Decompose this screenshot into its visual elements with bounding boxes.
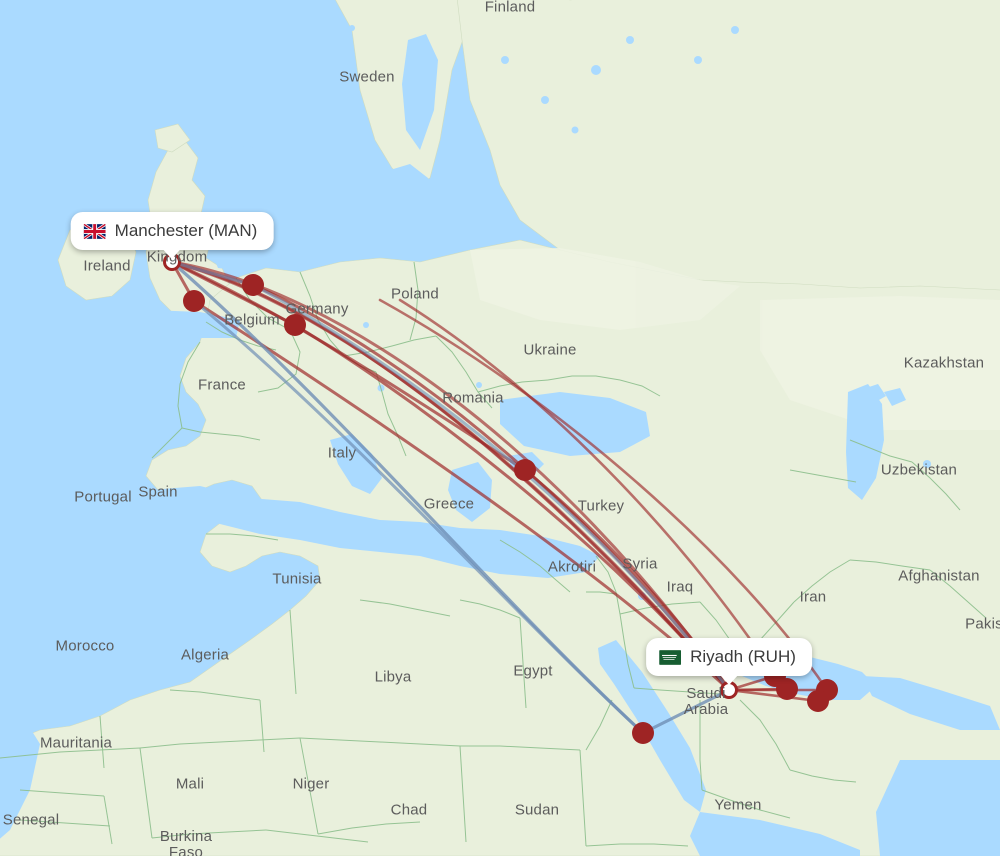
london-waypoint[interactable] [183, 290, 205, 312]
lake-small-14 [357, 147, 363, 153]
flight-route-map[interactable]: FinlandSwedenIrelandKingdomPolandBelgium… [0, 0, 1000, 856]
airport-tooltip-destination[interactable]: Riyadh (RUH) [646, 638, 812, 685]
lake-small-10 [501, 56, 509, 64]
frankfurt-waypoint[interactable] [284, 314, 306, 336]
airport-label-origin: Manchester (MAN) [114, 221, 258, 240]
abudhabi-waypoint[interactable] [807, 690, 829, 712]
lake-small-12 [731, 26, 739, 34]
lake-small-8 [541, 96, 549, 104]
lake-small-1 [363, 322, 369, 328]
amsterdam-waypoint[interactable] [242, 274, 264, 296]
lake-small-11 [694, 56, 702, 64]
sea-arabian [876, 760, 1000, 856]
lake-small-6 [591, 65, 601, 75]
lake-small-3 [476, 382, 482, 388]
lake-small-9 [571, 126, 579, 134]
saudi-arabia-flag-icon [659, 649, 682, 665]
istanbul-waypoint[interactable] [514, 459, 536, 481]
lake-small-13 [349, 25, 355, 31]
lake-small-7 [626, 36, 634, 44]
airport-tooltip-origin[interactable]: Manchester (MAN) [70, 212, 274, 259]
bahrain-waypoint[interactable] [776, 678, 798, 700]
airport-label-destination: Riyadh (RUH) [690, 647, 796, 666]
lake-small-5 [923, 460, 931, 468]
lake-small-15 [115, 115, 121, 121]
uk-flag-icon [83, 223, 106, 239]
map-canvas [0, 0, 1000, 856]
jeddah-waypoint[interactable] [632, 722, 654, 744]
